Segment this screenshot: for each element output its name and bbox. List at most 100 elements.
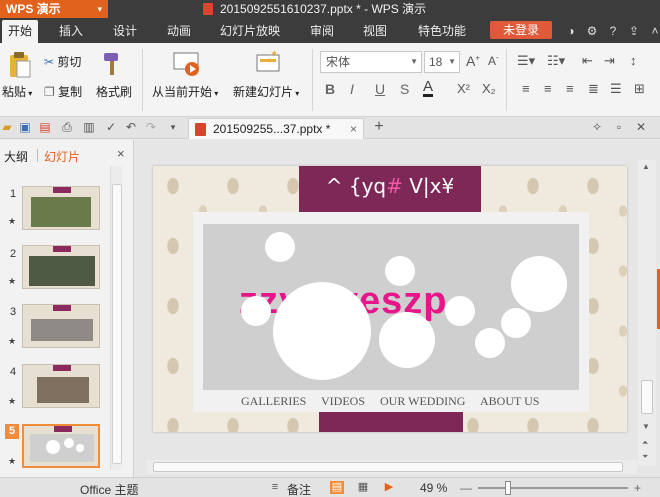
next-slide-icon[interactable]: ⏷ bbox=[642, 452, 648, 462]
format-painter-button[interactable]: 格式刷 bbox=[96, 83, 132, 100]
help-icon[interactable]: ? bbox=[606, 24, 620, 38]
slide-thumbnail-4[interactable] bbox=[22, 364, 100, 408]
settings-icon[interactable]: ⚙ bbox=[585, 24, 599, 38]
underline-button[interactable]: U bbox=[375, 81, 385, 97]
scroll-thumb[interactable] bbox=[641, 380, 653, 414]
document-tab[interactable]: 201509255...37.pptx * × bbox=[188, 118, 364, 139]
bubble-shape[interactable] bbox=[475, 328, 505, 358]
line-spacing-icon[interactable]: ↕ bbox=[630, 53, 637, 68]
tab-slideshow[interactable]: 幻灯片放映 bbox=[214, 20, 286, 43]
slide-thumbnail-5[interactable] bbox=[22, 424, 100, 468]
bubble-shape[interactable] bbox=[445, 296, 475, 326]
pin-icon[interactable]: ✧ bbox=[590, 120, 604, 134]
notes-icon[interactable]: ≡ bbox=[268, 481, 282, 494]
align-right-icon[interactable]: ≡ bbox=[566, 81, 574, 96]
nav-our-wedding[interactable]: OUR WEDDING bbox=[380, 394, 465, 409]
bubble-shape[interactable] bbox=[265, 232, 295, 262]
zoom-in-button[interactable]: + bbox=[634, 481, 641, 495]
font-name-select[interactable]: 宋体 ▼ bbox=[320, 51, 422, 73]
new-slide-icon[interactable]: ✶ bbox=[254, 49, 282, 79]
copy-button[interactable]: ❐ 复制 bbox=[44, 83, 82, 100]
restore-window-icon[interactable]: ▫ bbox=[612, 120, 626, 134]
scroll-thumb[interactable] bbox=[153, 462, 623, 472]
nav-about-us[interactable]: ABOUT US bbox=[480, 394, 539, 409]
font-color-button[interactable]: A bbox=[423, 79, 434, 97]
export-pdf-icon[interactable]: ▤ bbox=[38, 120, 52, 134]
nav-videos[interactable]: VIDEOS bbox=[321, 394, 365, 409]
slide-header-text[interactable]: ^ {yq# V|x¥ bbox=[299, 174, 481, 198]
subscript-button[interactable]: X₂ bbox=[482, 81, 496, 96]
open-folder-icon[interactable]: ▰ bbox=[0, 120, 14, 134]
numbered-list-icon[interactable]: ☷▾ bbox=[547, 53, 565, 69]
tab-home[interactable]: 开始 bbox=[2, 20, 39, 43]
tab-slides[interactable]: 幻灯片 bbox=[44, 148, 80, 165]
slide-thumbnail-1[interactable] bbox=[22, 186, 100, 230]
scroll-up-icon[interactable]: ▲ bbox=[642, 162, 650, 171]
notes-button[interactable]: 备注 bbox=[287, 481, 311, 497]
superscript-button[interactable]: X² bbox=[457, 81, 470, 96]
vertical-scrollbar[interactable]: ▲ ▼ ⏶ ⏷ bbox=[638, 160, 656, 466]
slide-thumbnail-3[interactable] bbox=[22, 304, 100, 348]
save-icon[interactable]: ▣ bbox=[18, 120, 32, 134]
bubble-shape[interactable] bbox=[273, 282, 371, 380]
distribute-icon[interactable]: ☰ bbox=[610, 81, 622, 97]
paste-icon[interactable] bbox=[8, 51, 32, 79]
shrink-font-icon[interactable]: A- bbox=[488, 53, 499, 68]
tab-animation[interactable]: 动画 bbox=[161, 20, 197, 43]
font-size-select[interactable]: 18 ▼ bbox=[424, 51, 460, 73]
format-painter-icon[interactable] bbox=[100, 51, 124, 79]
tab-view[interactable]: 视图 bbox=[357, 20, 393, 43]
bold-button[interactable]: B bbox=[325, 81, 335, 97]
strikethrough-button[interactable]: S bbox=[400, 81, 409, 97]
scroll-down-icon[interactable]: ▼ bbox=[642, 422, 650, 431]
grow-font-icon[interactable]: A+ bbox=[466, 53, 480, 69]
bubble-shape[interactable] bbox=[511, 256, 567, 312]
nav-galleries[interactable]: GALLERIES bbox=[241, 394, 306, 409]
decrease-indent-icon[interactable]: ⇤ bbox=[582, 53, 593, 69]
bubble-shape[interactable] bbox=[501, 308, 531, 338]
previous-slide-icon[interactable]: ⏶ bbox=[642, 438, 648, 448]
bubble-shape[interactable] bbox=[241, 296, 271, 326]
customize-toolbar-icon[interactable]: ▾ bbox=[166, 120, 180, 134]
redo-icon[interactable]: ↷ bbox=[144, 120, 158, 134]
bubble-shape[interactable] bbox=[385, 256, 415, 286]
normal-view-icon[interactable]: ▤ bbox=[330, 481, 344, 494]
justify-icon[interactable]: ≣ bbox=[588, 81, 599, 97]
align-center-icon[interactable]: ≡ bbox=[544, 81, 552, 96]
new-tab-button[interactable]: + bbox=[372, 119, 386, 135]
spellcheck-icon[interactable]: ✓ bbox=[104, 120, 118, 134]
scroll-thumb[interactable] bbox=[112, 184, 122, 464]
print-icon[interactable]: ⎙ bbox=[60, 120, 74, 134]
skin-icon[interactable]: ◑ bbox=[564, 24, 578, 38]
slide-sorter-icon[interactable]: ▦ bbox=[356, 481, 370, 494]
horizontal-scrollbar[interactable] bbox=[147, 460, 637, 474]
login-button[interactable]: 未登录 bbox=[490, 21, 552, 39]
paste-button[interactable]: 粘贴 ▾ bbox=[2, 83, 32, 100]
close-panel-icon[interactable]: × bbox=[117, 146, 125, 161]
play-from-current-button[interactable]: 从当前开始 ▾ bbox=[152, 83, 218, 100]
increase-indent-icon[interactable]: ⇥ bbox=[604, 53, 615, 69]
zoom-slider[interactable] bbox=[478, 487, 628, 489]
zoom-slider-handle[interactable] bbox=[505, 481, 511, 495]
app-menu-button[interactable]: WPS 演示 ▾ bbox=[0, 0, 108, 18]
slide-canvas[interactable]: ^ {yq# V|x¥ zzyloveszp GALLERIES VIDEOS … bbox=[153, 166, 627, 432]
tab-review[interactable]: 审阅 bbox=[304, 20, 340, 43]
print-preview-icon[interactable]: ▥ bbox=[82, 120, 96, 134]
close-tab-icon[interactable]: × bbox=[350, 119, 357, 139]
undo-icon[interactable]: ↶ bbox=[124, 120, 138, 134]
play-from-current-icon[interactable] bbox=[172, 49, 202, 79]
new-slide-button[interactable]: 新建幻灯片 ▾ bbox=[233, 83, 299, 100]
text-direction-icon[interactable]: ⊞ bbox=[634, 81, 645, 97]
cut-button[interactable]: ✂ 剪切 bbox=[44, 53, 81, 70]
share-icon[interactable]: ⇪ bbox=[627, 24, 641, 38]
thumbnail-scrollbar[interactable] bbox=[110, 166, 122, 470]
bullet-list-icon[interactable]: ☰▾ bbox=[517, 53, 535, 69]
bubble-shape[interactable] bbox=[379, 312, 435, 368]
tab-features[interactable]: 特色功能 bbox=[412, 20, 472, 43]
zoom-out-button[interactable]: — bbox=[460, 481, 472, 495]
align-left-icon[interactable]: ≡ bbox=[522, 81, 530, 96]
close-document-icon[interactable]: ✕ bbox=[634, 120, 648, 134]
tab-outline[interactable]: 大纲 bbox=[4, 148, 28, 165]
italic-button[interactable]: I bbox=[350, 81, 354, 97]
slide-thumbnail-2[interactable] bbox=[22, 245, 100, 289]
